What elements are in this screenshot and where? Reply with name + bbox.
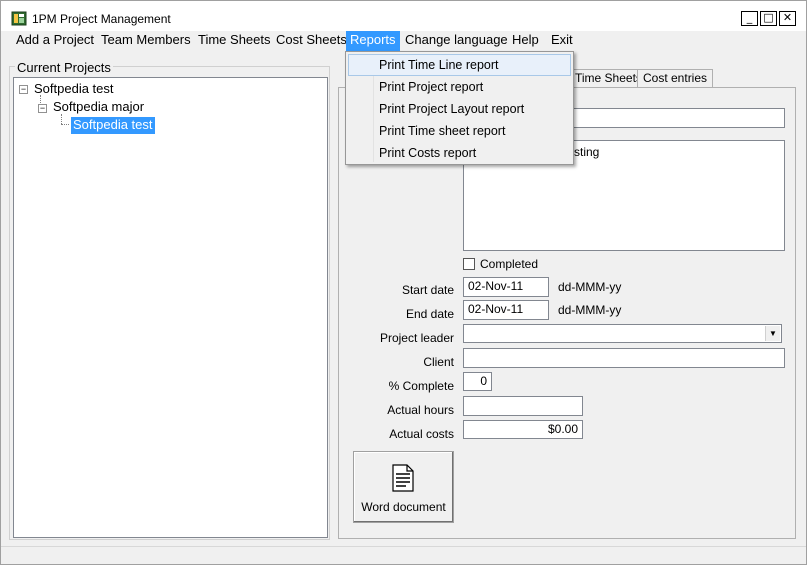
- document-icon: [392, 464, 414, 492]
- menu-team-members[interactable]: Team Members: [97, 31, 195, 51]
- title-bar: 1PM Project Management _ □ ✕: [1, 1, 806, 31]
- tree-node-root[interactable]: Softpedia test: [34, 81, 114, 98]
- start-date-format-hint: dd-MMM-yy: [558, 280, 622, 294]
- end-date-label: End date: [405, 307, 454, 321]
- completed-checkbox[interactable]: [463, 258, 475, 270]
- menu-exit[interactable]: Exit: [547, 31, 577, 51]
- window-title: 1PM Project Management: [32, 12, 171, 26]
- menu-change-language[interactable]: Change language: [401, 31, 512, 51]
- menu-help[interactable]: Help: [508, 31, 543, 51]
- menu-item-print-time-sheet-report[interactable]: Print Time sheet report: [348, 120, 571, 142]
- current-projects-title: Current Projects: [15, 60, 113, 75]
- reports-menu: Print Time Line report Print Project rep…: [345, 51, 574, 165]
- app-icon: [11, 11, 27, 26]
- menu-cost-sheets[interactable]: Cost Sheets: [272, 31, 351, 51]
- menu-item-print-time-line-report[interactable]: Print Time Line report: [348, 54, 571, 76]
- close-button[interactable]: ✕: [779, 11, 796, 26]
- collapse-icon[interactable]: −: [19, 85, 28, 94]
- start-date-label: Start date: [401, 283, 454, 297]
- minimize-button[interactable]: _: [741, 11, 758, 26]
- actual-hours-field[interactable]: [463, 396, 583, 416]
- word-document-button[interactable]: Word document: [353, 451, 454, 523]
- menu-item-print-project-layout-report[interactable]: Print Project Layout report: [348, 98, 571, 120]
- actual-costs-label: Actual costs: [389, 427, 454, 441]
- tree-node-selected[interactable]: Softpedia test: [70, 116, 156, 135]
- end-date-format-hint: dd-MMM-yy: [558, 303, 622, 317]
- end-date-field[interactable]: 02-Nov-11: [463, 300, 549, 320]
- percent-complete-label: % Complete: [388, 379, 454, 393]
- menu-item-print-project-report[interactable]: Print Project report: [348, 76, 571, 98]
- actual-costs-field[interactable]: $0.00: [463, 420, 583, 439]
- percent-complete-field[interactable]: 0: [463, 372, 492, 391]
- status-bar: [1, 546, 806, 564]
- tree-connector: [61, 124, 71, 125]
- chevron-down-icon[interactable]: ▼: [765, 326, 780, 341]
- app-window: 1PM Project Management _ □ ✕ Add a Proje…: [0, 0, 807, 565]
- collapse-icon[interactable]: −: [38, 104, 47, 113]
- menu-bar: Add a Project Team Members Time Sheets C…: [1, 31, 806, 51]
- start-date-field[interactable]: 02-Nov-11: [463, 277, 549, 297]
- project-leader-select[interactable]: ▼: [463, 324, 782, 343]
- project-tree[interactable]: − Softpedia test − Softpedia major Softp…: [13, 77, 328, 538]
- menu-item-print-costs-report[interactable]: Print Costs report: [348, 142, 571, 164]
- menu-reports[interactable]: Reports: [346, 31, 400, 51]
- completed-label: Completed: [480, 257, 539, 271]
- tab-cost-entries[interactable]: Cost entries: [637, 69, 714, 88]
- client-field[interactable]: [463, 348, 785, 368]
- menu-add-project[interactable]: Add a Project: [12, 31, 98, 51]
- maximize-button[interactable]: □: [760, 11, 777, 26]
- word-document-label: Word document: [361, 500, 446, 514]
- project-leader-label: Project leader: [379, 331, 454, 345]
- client-label: Client: [423, 355, 454, 369]
- tree-node-child[interactable]: Softpedia major: [53, 99, 144, 116]
- actual-hours-label: Actual hours: [387, 403, 454, 417]
- menu-time-sheets[interactable]: Time Sheets: [194, 31, 275, 51]
